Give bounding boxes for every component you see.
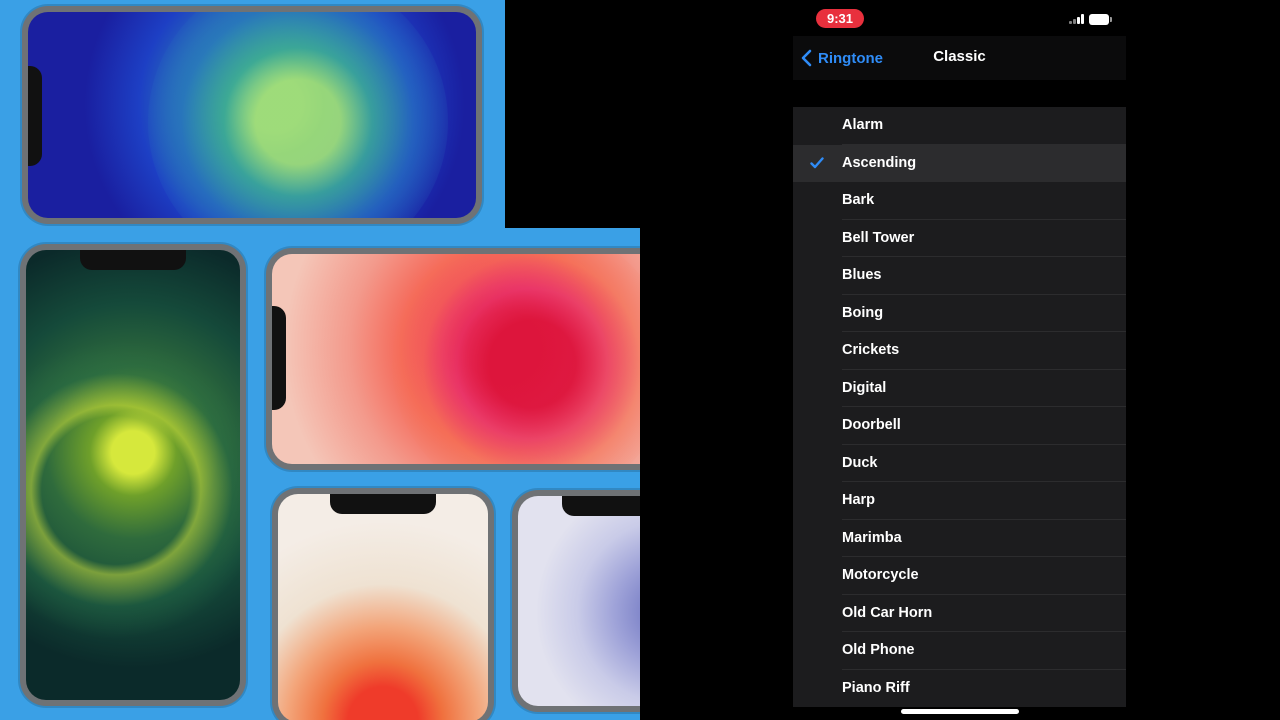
tone-row-piano-riff[interactable]: Piano Riff bbox=[793, 670, 1126, 708]
tone-label: Digital bbox=[842, 379, 887, 396]
tone-list: Alarm Ascending Bark Bell Tower Blues Boing Cr… bbox=[793, 107, 1126, 707]
tone-row-alarm[interactable]: Alarm bbox=[793, 107, 1126, 145]
tone-row-crickets[interactable]: Crickets bbox=[793, 332, 1126, 370]
tone-label: Boing bbox=[842, 304, 884, 321]
phone-blue-landscape bbox=[22, 6, 482, 224]
tone-label: Blues bbox=[842, 267, 882, 283]
tone-row-harp[interactable]: Harp bbox=[793, 482, 1126, 520]
battery-icon bbox=[1089, 14, 1112, 25]
tone-label: Old Phone bbox=[842, 642, 915, 658]
tone-row-motorcycle[interactable]: Motorcycle bbox=[793, 557, 1126, 595]
tone-row-bell-tower[interactable]: Bell Tower bbox=[793, 220, 1126, 257]
collage-black-area bbox=[505, 0, 640, 228]
tone-label: Crickets bbox=[842, 342, 900, 358]
status-bar: 9:31 bbox=[793, 0, 1126, 36]
tone-label: Motorcycle bbox=[842, 567, 919, 583]
tone-row-boing[interactable]: Boing bbox=[793, 295, 1126, 332]
ringtone-settings-screen: 9:31 Ringtone Classic Alarm Ascending Bark… bbox=[793, 0, 1126, 720]
tone-label: Harp bbox=[842, 492, 876, 508]
wallpaper-collage-image bbox=[0, 0, 640, 720]
phone-white-portrait bbox=[272, 488, 494, 720]
tone-row-doorbell[interactable]: Doorbell bbox=[793, 407, 1126, 445]
tone-label: Doorbell bbox=[842, 417, 901, 433]
tone-label: Bark bbox=[842, 192, 875, 208]
tone-label: Marimba bbox=[842, 529, 902, 546]
tone-label: Old Car Horn bbox=[842, 604, 933, 621]
tone-row-digital[interactable]: Digital bbox=[793, 370, 1126, 407]
tone-label: Alarm bbox=[842, 117, 884, 133]
status-time[interactable]: 9:31 bbox=[816, 9, 864, 28]
tone-label: Piano Riff bbox=[842, 679, 910, 696]
tone-row-bark[interactable]: Bark bbox=[793, 182, 1126, 220]
navigation-bar: Ringtone Classic bbox=[793, 36, 1126, 80]
tone-label: Duck bbox=[842, 454, 878, 471]
home-indicator[interactable] bbox=[901, 709, 1019, 714]
tone-row-duck[interactable]: Duck bbox=[793, 445, 1126, 482]
tone-row-ascending[interactable]: Ascending bbox=[793, 144, 1126, 182]
tone-row-old-phone[interactable]: Old Phone bbox=[793, 632, 1126, 670]
tone-label: Ascending bbox=[842, 154, 917, 171]
tone-row-marimba[interactable]: Marimba bbox=[793, 520, 1126, 557]
tone-label: Bell Tower bbox=[842, 229, 915, 246]
phone-green-portrait bbox=[20, 244, 246, 706]
page-title: Classic bbox=[933, 48, 986, 65]
phone-red-landscape bbox=[266, 248, 640, 470]
checkmark-icon bbox=[810, 156, 824, 168]
phone-purple-portrait bbox=[512, 490, 640, 712]
tone-row-old-car-horn[interactable]: Old Car Horn bbox=[793, 595, 1126, 632]
cellular-signal-icon bbox=[1069, 14, 1085, 24]
tone-row-blues[interactable]: Blues bbox=[793, 257, 1126, 295]
